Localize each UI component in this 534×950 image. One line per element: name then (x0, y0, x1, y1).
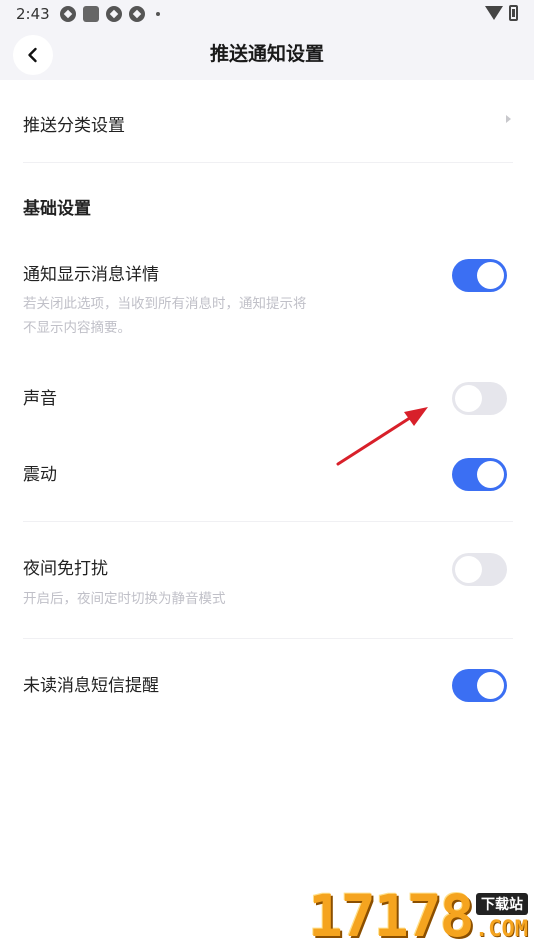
watermark-digits: 17178 (308, 882, 475, 950)
app-icon (106, 6, 122, 22)
header-bar: 推送通知设置 (0, 30, 534, 80)
toggle-message-details[interactable] (452, 259, 507, 292)
section-title-basic: 基础设置 (23, 199, 91, 219)
setting-row-night-dnd: 夜间免打扰 开启后，夜间定时切换为静音模式 (23, 552, 511, 622)
status-time: 2:43 (16, 5, 50, 23)
app-icon (129, 6, 145, 22)
setting-row-vibration: 震动 (23, 458, 511, 488)
status-notification-icons (60, 6, 160, 22)
toggle-unread-sms[interactable] (452, 669, 507, 702)
watermark-logo: 17178 下载站 .COM (308, 885, 534, 950)
push-category-row[interactable]: 推送分类设置 (23, 100, 511, 144)
setting-label: 声音 (23, 389, 57, 409)
chevron-left-icon (28, 47, 37, 63)
square-icon (83, 6, 99, 22)
toggle-night-dnd[interactable] (452, 553, 507, 586)
divider (23, 162, 513, 163)
battery-icon (509, 5, 518, 21)
status-system-icons (485, 5, 518, 21)
setting-label: 通知显示消息详情 (23, 265, 159, 285)
dot-icon (156, 12, 160, 16)
toggle-vibration[interactable] (452, 458, 507, 491)
page-title: 推送通知设置 (209, 43, 324, 65)
back-button[interactable] (13, 35, 53, 75)
chevron-right-icon (506, 115, 511, 123)
push-category-label: 推送分类设置 (23, 116, 125, 136)
notification-settings-page: 2:43 推送通知设置 推送分类设置 基础设置 通知显示消息详情 若关闭此选项，… (0, 0, 534, 950)
divider (23, 638, 513, 639)
annotation-arrow-icon (336, 407, 428, 466)
watermark-suffix: .COM (475, 917, 528, 942)
divider (23, 521, 513, 522)
setting-row-unread-sms: 未读消息短信提醒 (23, 669, 511, 699)
status-bar: 2:43 (0, 0, 534, 30)
setting-description: 若关闭此选项，当收到所有消息时，通知提示将不显示内容摘要。 (23, 296, 307, 336)
setting-row-sound: 声音 (23, 382, 511, 412)
setting-row-message-details: 通知显示消息详情 若关闭此选项，当收到所有消息时，通知提示将不显示内容摘要。 (23, 258, 511, 348)
app-icon (60, 6, 76, 22)
toggle-sound[interactable] (452, 382, 507, 415)
watermark-badge: 下载站 (476, 893, 528, 915)
wifi-icon (485, 6, 503, 20)
setting-description: 开启后，夜间定时切换为静音模式 (23, 591, 226, 607)
setting-label: 未读消息短信提醒 (23, 676, 159, 696)
setting-label: 震动 (23, 465, 57, 485)
setting-label: 夜间免打扰 (23, 559, 108, 579)
